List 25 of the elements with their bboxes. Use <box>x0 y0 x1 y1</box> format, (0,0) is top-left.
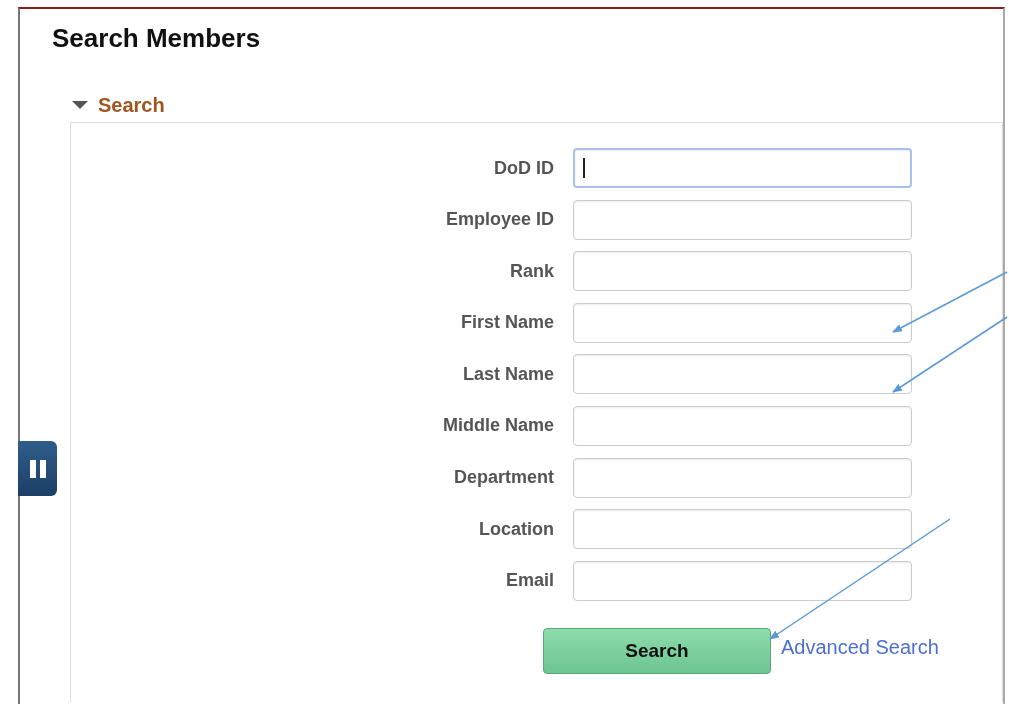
field-label: Email <box>505 570 554 592</box>
field-label: Last Name <box>462 363 554 385</box>
input-field[interactable] <box>573 354 912 395</box>
field-label: Middle Name <box>442 415 554 437</box>
section-toggle[interactable]: Search <box>72 90 165 120</box>
input-field[interactable] <box>573 560 912 601</box>
pause-icon[interactable] <box>18 441 57 496</box>
input-field[interactable] <box>573 148 912 188</box>
page-title: Search Members <box>52 23 262 55</box>
input-field[interactable] <box>573 509 912 550</box>
advanced-search-link[interactable]: Advanced Search <box>781 636 939 660</box>
input-field[interactable] <box>573 405 912 446</box>
input-field[interactable] <box>573 251 912 292</box>
field-label: Department <box>453 467 554 489</box>
search-button[interactable]: Search <box>543 627 771 674</box>
field-label: Employee ID <box>445 209 554 231</box>
field-label: Location <box>479 518 554 540</box>
input-field[interactable] <box>573 199 912 240</box>
input-field[interactable] <box>573 302 912 343</box>
input-field[interactable] <box>573 457 912 498</box>
field-label: DoD ID <box>494 157 554 179</box>
text-cursor <box>583 158 585 178</box>
caret-icon <box>72 101 88 109</box>
field-label: Rank <box>510 260 554 282</box>
field-label: First Name <box>460 312 554 334</box>
